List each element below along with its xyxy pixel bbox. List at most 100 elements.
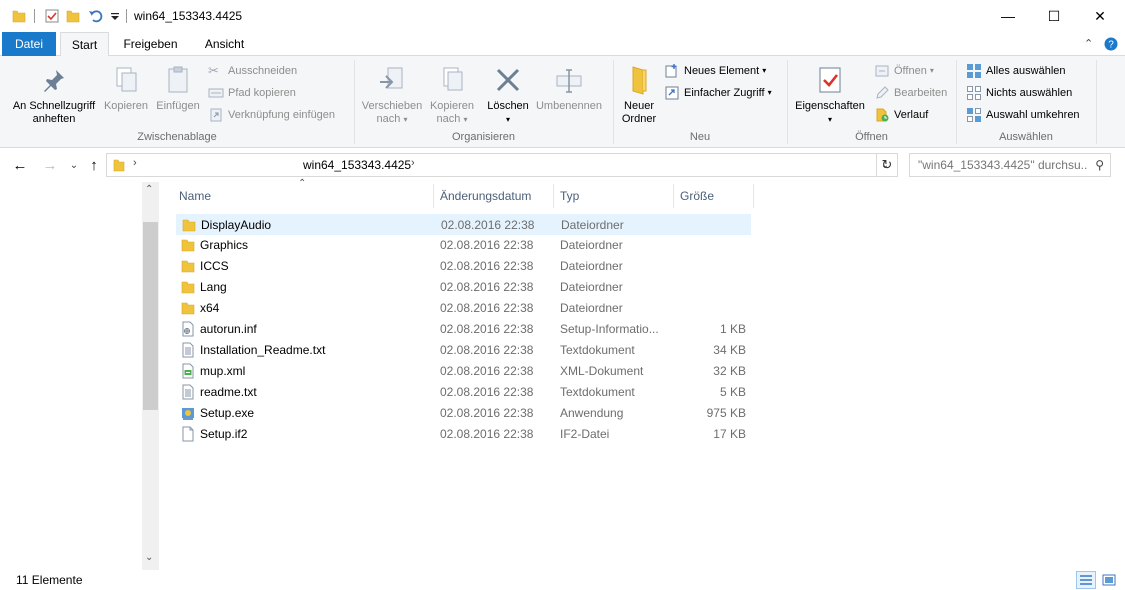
- customize-qa-dropdown-icon[interactable]: [110, 8, 120, 24]
- file-row[interactable]: mup.xml 02.08.2016 22:38 XML-Dokument 32 KB: [176, 361, 751, 382]
- large-icons-view-button[interactable]: [1099, 571, 1119, 589]
- file-row[interactable]: ICCS 02.08.2016 22:38 Dateiordner: [176, 256, 751, 277]
- help-icon[interactable]: ?: [1104, 37, 1118, 51]
- file-type: Dateiordner: [561, 218, 624, 232]
- scrollbar-thumb[interactable]: [143, 222, 158, 410]
- undo-icon[interactable]: [88, 8, 104, 24]
- copy-to-label-line1: Kopieren: [429, 100, 475, 112]
- maximize-button[interactable]: ☐: [1031, 0, 1077, 32]
- recent-locations-chevron-icon[interactable]: ⌄: [64, 155, 84, 175]
- file-size: 5 KB: [719, 385, 746, 399]
- paste-button[interactable]: Einfügen: [152, 64, 204, 113]
- easy-access-button[interactable]: Einfacher Zugriff ▾: [664, 83, 772, 103]
- history-button[interactable]: Verlauf: [874, 105, 928, 125]
- status-bar: 11 Elemente: [0, 570, 1125, 590]
- tab-share[interactable]: Freigeben: [117, 32, 184, 56]
- minimize-button[interactable]: —: [985, 0, 1031, 32]
- folder-icon: [181, 281, 195, 294]
- file-date: 02.08.2016 22:38: [440, 280, 534, 294]
- divider: [126, 9, 127, 23]
- rename-icon: [556, 69, 582, 93]
- delete-button[interactable]: Löschen ▾: [484, 64, 532, 126]
- move-to-label-line1: Verschieben: [361, 100, 423, 112]
- setup-info-icon: [182, 321, 194, 337]
- close-button[interactable]: ✕: [1077, 0, 1123, 32]
- pin-label-line1: An Schnellzugriff: [12, 100, 96, 112]
- scroll-down-icon[interactable]: ⌄: [145, 552, 153, 563]
- forward-arrow-icon[interactable]: →: [40, 155, 60, 175]
- file-date: 02.08.2016 22:38: [440, 364, 534, 378]
- cut-button[interactable]: ✂ Ausschneiden: [208, 61, 297, 81]
- ribbon: An Schnellzugriff anheften Kopieren Einf…: [0, 56, 1125, 148]
- file-type: Dateiordner: [560, 259, 623, 273]
- file-type: Textdokument: [560, 385, 635, 399]
- breadcrumb-chevron-icon[interactable]: ›: [411, 157, 415, 169]
- file-size: 32 KB: [713, 364, 746, 378]
- file-date: 02.08.2016 22:38: [440, 427, 534, 441]
- column-header-size[interactable]: Größe: [674, 184, 754, 208]
- scroll-up-icon[interactable]: ⌃: [145, 184, 153, 195]
- copy-to-button[interactable]: Kopieren nach ▾: [426, 64, 478, 126]
- copy-icon: [116, 67, 137, 92]
- properties-icon: [819, 67, 841, 93]
- rename-button[interactable]: Umbenennen: [532, 64, 606, 113]
- new-folder-button[interactable]: Neuer Ordner: [616, 64, 662, 126]
- folder-icon: [181, 260, 195, 273]
- new-item-button[interactable]: Neues Element ▾: [664, 61, 766, 81]
- select-none-label: Nichts auswählen: [986, 87, 1073, 99]
- file-type: Anwendung: [560, 406, 624, 420]
- edit-pencil-icon: [876, 86, 889, 99]
- move-to-button[interactable]: Verschieben nach ▾: [358, 64, 426, 126]
- up-arrow-icon[interactable]: ↑: [84, 155, 104, 175]
- column-header-type[interactable]: Typ: [554, 184, 674, 208]
- details-view-button[interactable]: [1076, 571, 1096, 589]
- properties-qa-icon[interactable]: [44, 8, 60, 24]
- search-icon[interactable]: ⚲: [1095, 154, 1104, 176]
- search-input[interactable]: [918, 158, 1088, 172]
- file-size: 34 KB: [713, 343, 746, 357]
- back-arrow-icon[interactable]: ←: [10, 155, 30, 175]
- invert-selection-label: Auswahl umkehren: [986, 109, 1080, 121]
- file-row[interactable]: Installation_Readme.txt 02.08.2016 22:38 T…: [176, 340, 751, 361]
- new-folder-qa-icon[interactable]: [66, 8, 80, 24]
- file-row[interactable]: Lang 02.08.2016 22:38 Dateiordner: [176, 277, 751, 298]
- open-icon: [875, 65, 889, 77]
- column-header-date[interactable]: Änderungsdatum: [434, 184, 554, 208]
- breadcrumb-segment[interactable]: win64_153343.4425: [303, 158, 411, 172]
- file-row[interactable]: autorun.inf 02.08.2016 22:38 Setup-Informa…: [176, 319, 751, 340]
- breadcrumb-chevron-icon[interactable]: ›: [133, 157, 137, 169]
- column-header-name[interactable]: Name: [173, 184, 434, 208]
- tab-view[interactable]: Ansicht: [196, 32, 253, 56]
- copy-button[interactable]: Kopieren: [102, 64, 150, 113]
- file-row[interactable]: x64 02.08.2016 22:38 Dateiordner: [176, 298, 751, 319]
- tab-start[interactable]: Start: [60, 32, 109, 57]
- properties-button[interactable]: Eigenschaften ▾: [791, 64, 869, 126]
- copy-path-button[interactable]: Pfad kopieren: [208, 83, 296, 103]
- file-row[interactable]: Setup.if2 02.08.2016 22:38 IF2-Datei 17 KB: [176, 424, 751, 445]
- file-row[interactable]: DisplayAudio 02.08.2016 22:38 Dateiordner: [176, 214, 751, 235]
- tab-file[interactable]: Datei: [2, 32, 56, 56]
- invert-selection-button[interactable]: Auswahl umkehren: [966, 105, 1080, 125]
- rename-label: Umbenennen: [535, 100, 603, 112]
- large-icons-view-icon: [1102, 574, 1116, 586]
- group-label-clipboard: Zwischenablage: [137, 131, 217, 143]
- edit-button[interactable]: Bearbeiten: [874, 83, 947, 103]
- easy-access-label: Einfacher Zugriff: [684, 87, 765, 99]
- text-file-icon: [182, 342, 194, 358]
- pin-quick-access-button[interactable]: An Schnellzugriff anheften: [6, 64, 102, 126]
- select-none-button[interactable]: Nichts auswählen: [966, 83, 1072, 103]
- open-button[interactable]: Öffnen ▾: [874, 61, 934, 81]
- paste-shortcut-button[interactable]: Verknüpfung einfügen: [208, 105, 335, 125]
- refresh-button[interactable]: ↻: [876, 153, 898, 177]
- file-row[interactable]: readme.txt 02.08.2016 22:38 Textdokument 5 …: [176, 382, 751, 403]
- file-type: Setup-Informatio...: [560, 322, 659, 336]
- file-name: Graphics: [200, 238, 249, 252]
- select-all-button[interactable]: Alles auswählen: [966, 61, 1066, 81]
- file-row[interactable]: Graphics 02.08.2016 22:38 Dateiordner: [176, 235, 751, 256]
- search-box[interactable]: ⚲: [909, 153, 1111, 177]
- folder-icon: [181, 302, 195, 315]
- delete-x-icon: [496, 68, 520, 92]
- minimize-ribbon-icon[interactable]: ⌃: [1084, 37, 1098, 51]
- file-row[interactable]: Setup.exe 02.08.2016 22:38 Anwendung 975 KB: [176, 403, 751, 424]
- address-bar[interactable]: › win64_153343.4425 › ⌄: [106, 153, 898, 177]
